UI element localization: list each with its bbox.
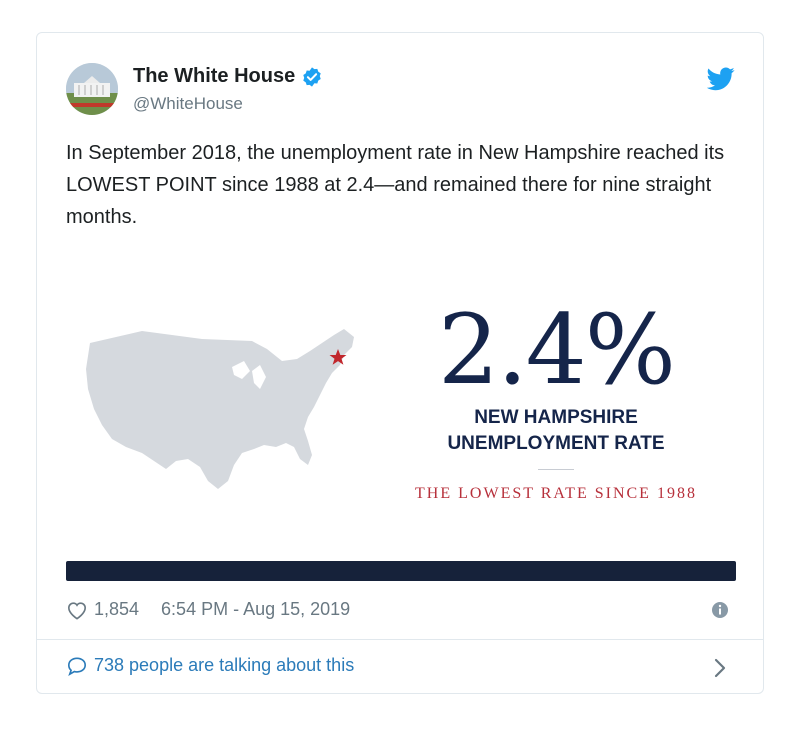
subtitle-line-1: NEW HAMPSHIRE — [474, 407, 638, 428]
tweet-timestamp[interactable]: 6:54 PM - Aug 15, 2019 — [161, 599, 350, 620]
media-bottom-bar — [66, 561, 736, 581]
info-icon[interactable] — [711, 601, 729, 619]
tweet-card: The White House @WhiteHouse In September… — [36, 32, 764, 694]
author-name[interactable]: The White House — [133, 65, 295, 88]
footer-separator — [37, 639, 763, 640]
tweet-meta: 1,854 6:54 PM - Aug 15, 2019 — [66, 599, 350, 620]
lowest-rate-caption: THE LOWEST RATE SINCE 1988 — [415, 485, 697, 502]
chevron-right-icon[interactable] — [713, 657, 727, 679]
tweet-media-image[interactable]: 2.4% NEW HAMPSHIRE UNEMPLOYMENT RATE THE… — [66, 273, 736, 583]
author-handle[interactable]: @WhiteHouse — [133, 94, 243, 114]
conversation-link[interactable]: 738 people are talking about this — [66, 655, 354, 676]
usa-map-icon — [86, 329, 354, 489]
comment-bubble-icon — [67, 656, 87, 676]
headline-subtitle: NEW HAMPSHIRE UNEMPLOYMENT RATE — [406, 405, 706, 457]
talking-count[interactable]: 738 people are talking about this — [94, 655, 354, 676]
like-count[interactable]: 1,854 — [94, 599, 139, 620]
white-house-avatar-icon — [66, 63, 118, 115]
tweet-text: In September 2018, the unemployment rate… — [66, 142, 725, 228]
media-divider — [538, 469, 574, 470]
headline-rate: 2.4% — [438, 294, 676, 406]
profile-avatar[interactable] — [66, 63, 118, 115]
heart-icon[interactable] — [66, 600, 88, 620]
twitter-bird-icon[interactable] — [707, 67, 735, 91]
author-name-row[interactable]: The White House — [133, 65, 323, 88]
subtitle-line-2: UNEMPLOYMENT RATE — [447, 433, 665, 454]
verified-badge-icon — [303, 66, 321, 87]
